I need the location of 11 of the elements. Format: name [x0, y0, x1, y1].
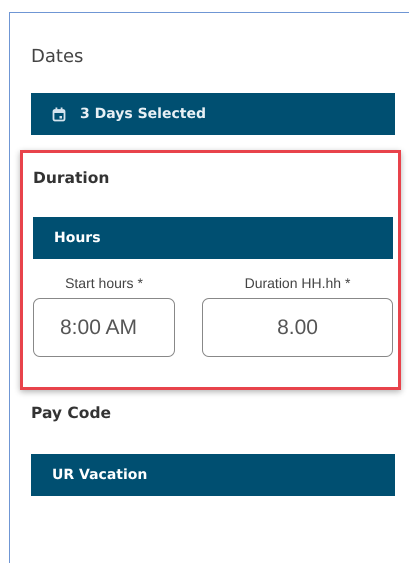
hours-header-bar: Hours — [33, 217, 393, 259]
input-field[interactable]: 8.00 — [202, 298, 393, 357]
date-picker-button[interactable]: 3 Days Selected — [31, 93, 395, 135]
field-label: Start hours * — [65, 275, 143, 291]
section-title: Duration — [33, 169, 110, 187]
section-title: Pay Code — [31, 404, 112, 422]
field-label: Duration HH.hh * — [244, 275, 350, 291]
input-field[interactable]: 8:00 AM — [33, 298, 175, 357]
section-title: Dates — [31, 46, 84, 67]
calendar-icon — [52, 106, 66, 122]
pay-code-bar[interactable]: UR Vacation — [31, 454, 395, 496]
